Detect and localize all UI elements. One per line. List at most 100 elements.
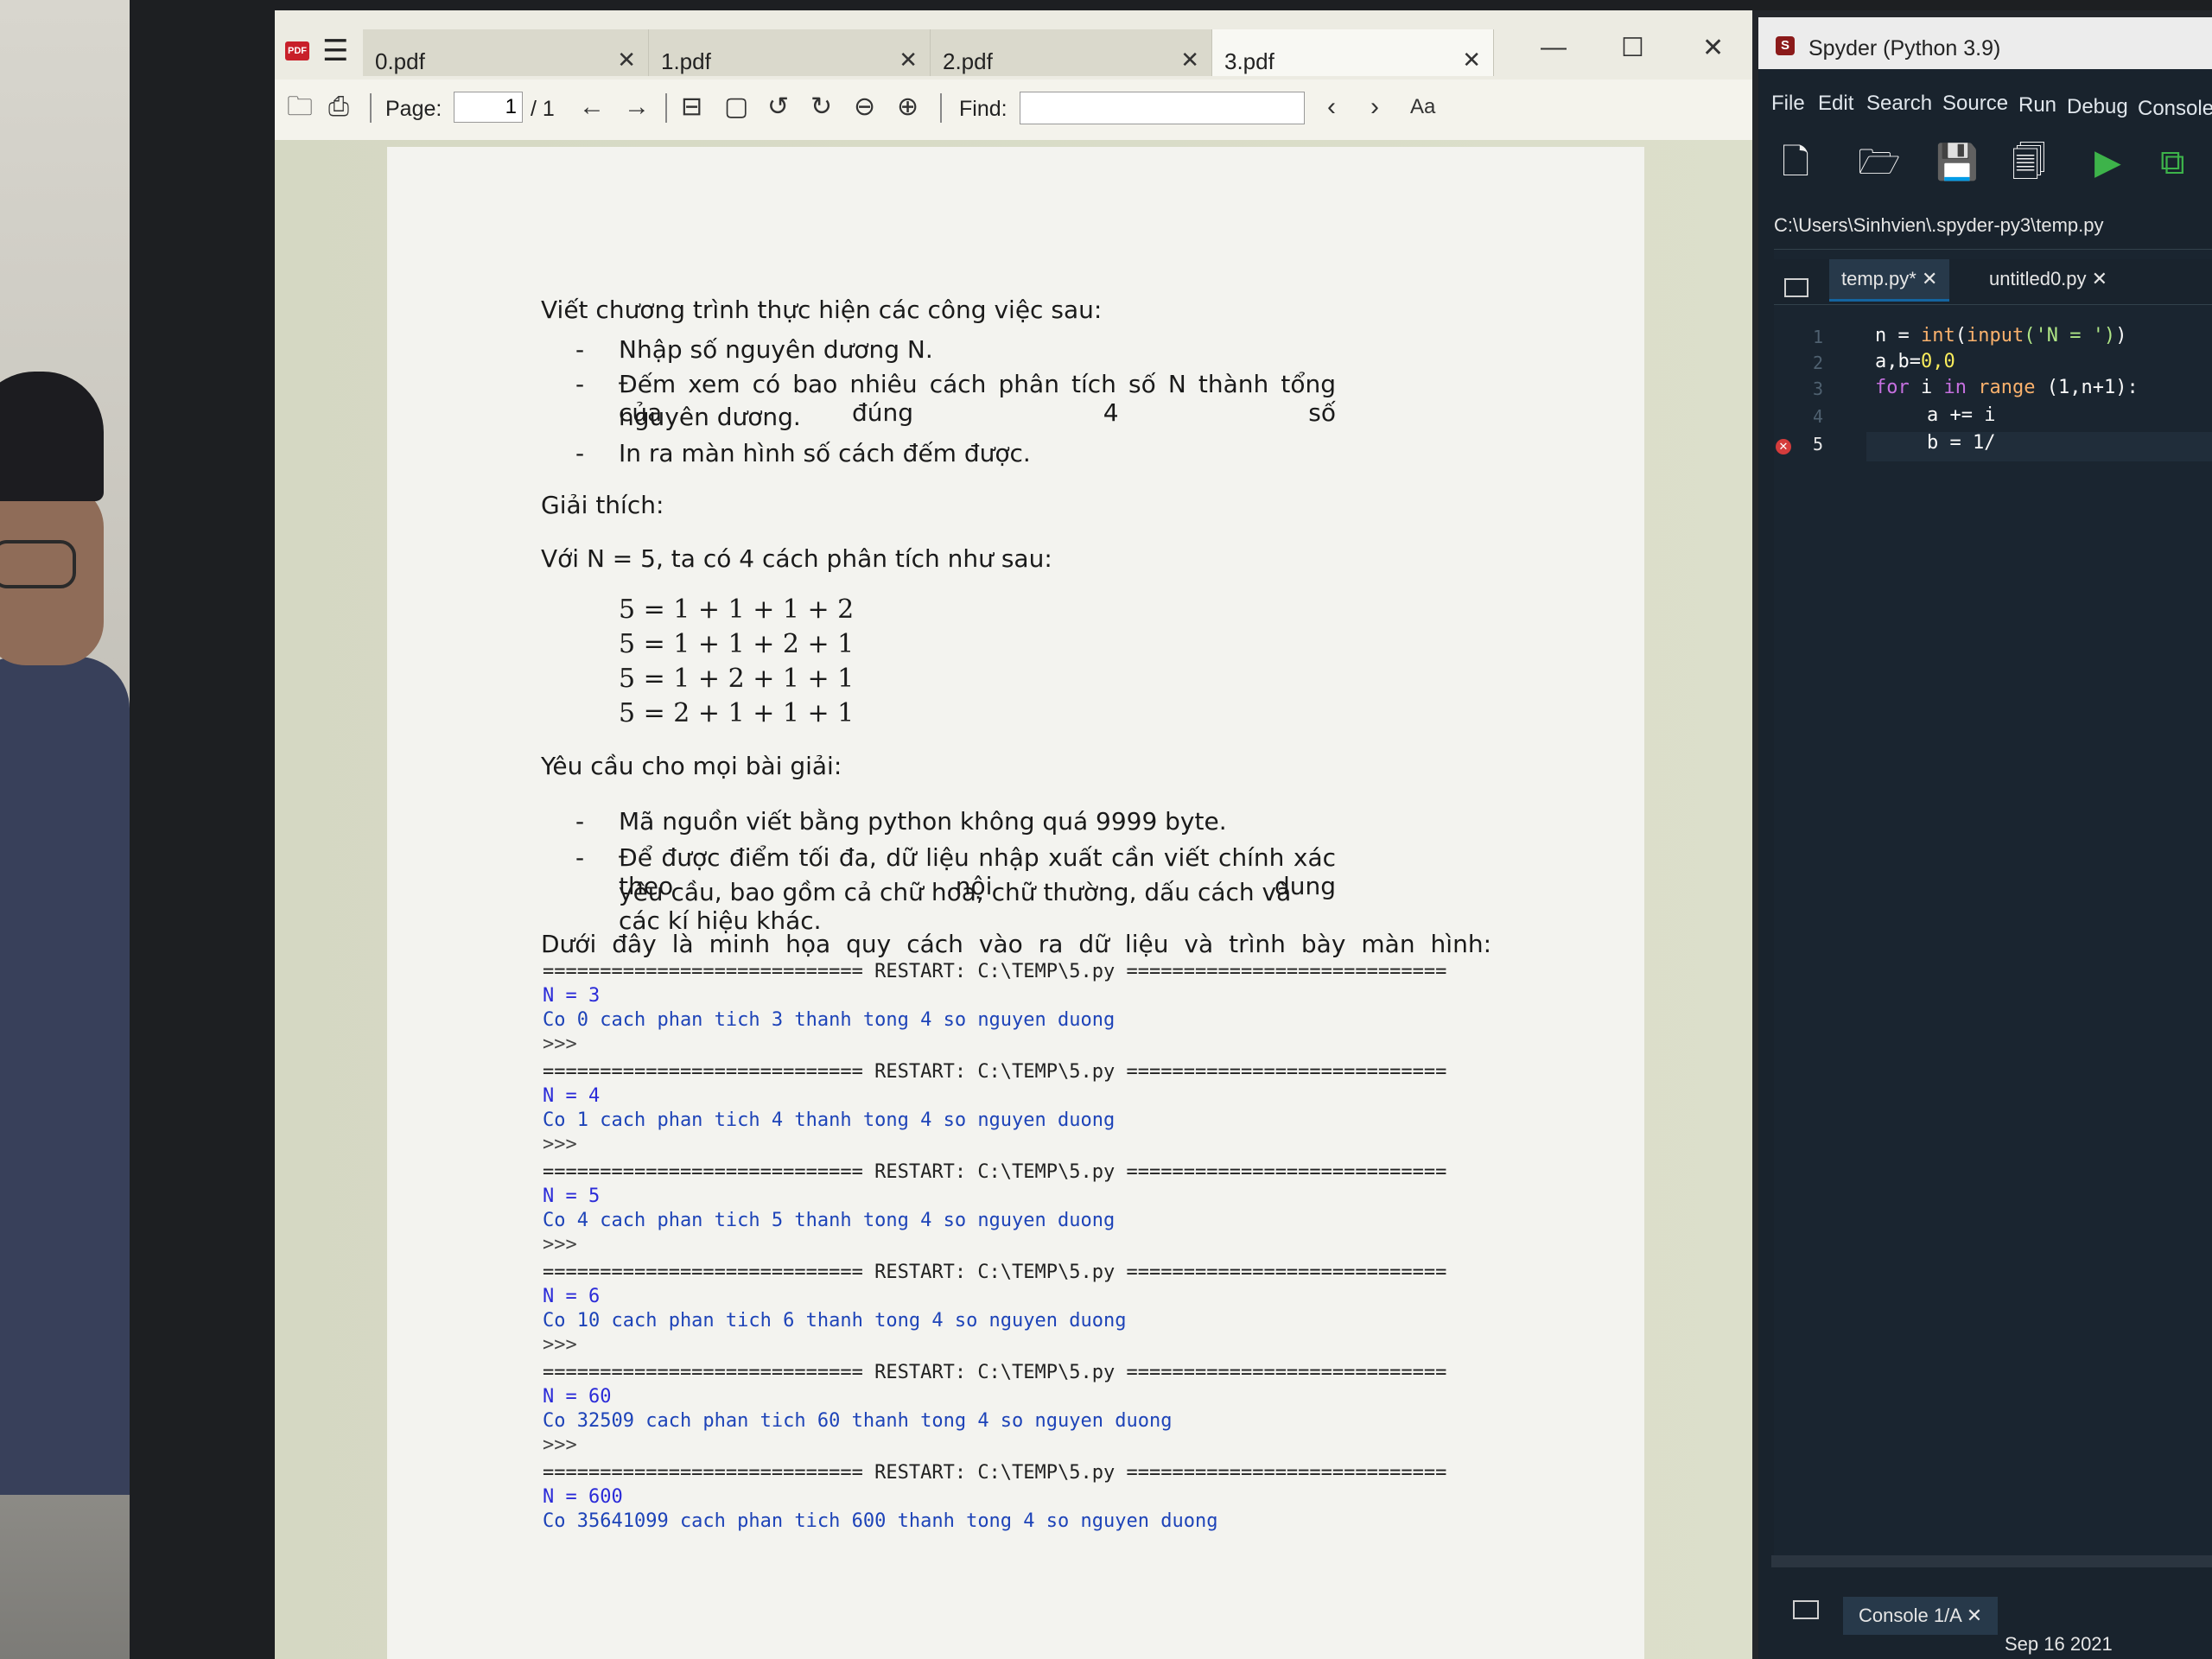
match-case-icon[interactable]: Aa bbox=[1410, 92, 1435, 123]
find-next-icon[interactable]: › bbox=[1370, 92, 1379, 123]
zoom-in-icon[interactable]: ⊕ bbox=[897, 92, 918, 123]
console-input: N = 6 bbox=[543, 1286, 601, 1307]
console-pane-icon[interactable] bbox=[1793, 1600, 1819, 1619]
open-folder-icon[interactable]: 🗀 bbox=[287, 92, 313, 123]
monitor-bezel bbox=[130, 0, 276, 1659]
find-label: Find: bbox=[959, 97, 1007, 121]
open-file-icon[interactable]: 🗁 bbox=[1858, 145, 1901, 180]
example-intro: Với N = 5, ta có 4 cách phân tích như sa… bbox=[541, 544, 1052, 573]
console-prompt: >>> bbox=[543, 1134, 577, 1155]
fit-width-icon[interactable]: ⊟ bbox=[681, 92, 702, 123]
person-in-background bbox=[0, 372, 130, 1495]
task-3: In ra màn hình số cách đếm được. bbox=[619, 439, 1031, 467]
line-number: 2 bbox=[1812, 353, 1823, 373]
tab-1-pdf[interactable]: 1.pdf ✕ bbox=[649, 29, 931, 76]
close-tab-icon[interactable]: ✕ bbox=[1180, 47, 1199, 73]
console-output: Co 1 cach phan tich 4 thanh tong 4 so ng… bbox=[543, 1109, 1116, 1131]
tab-0-pdf[interactable]: 0.pdf ✕ bbox=[363, 29, 649, 76]
explain-heading: Giải thích: bbox=[541, 491, 664, 519]
minimize-icon[interactable]: — bbox=[1541, 33, 1567, 62]
code-line-4[interactable]: a += i bbox=[1927, 404, 1995, 426]
page-total: / 1 bbox=[531, 97, 555, 121]
close-tab-icon[interactable]: ✕ bbox=[1462, 47, 1481, 73]
find-input[interactable] bbox=[1020, 92, 1305, 124]
pane-options-icon[interactable] bbox=[1784, 278, 1808, 297]
equation: 5 = 1 + 1 + 2 + 1 bbox=[619, 629, 855, 659]
tab-label: untitled0.py bbox=[1989, 268, 2087, 289]
hamburger-menu-icon[interactable]: ☰ bbox=[322, 36, 348, 66]
tab-label: 3.pdf bbox=[1224, 48, 1274, 74]
code-line-1[interactable]: n = int(input('N = ')) bbox=[1875, 325, 2126, 346]
menu-search[interactable]: Search bbox=[1866, 92, 1932, 116]
pane-splitter[interactable] bbox=[1771, 1555, 2212, 1567]
code-line-2[interactable]: a,b=0,0 bbox=[1875, 351, 1955, 372]
equation: 5 = 1 + 1 + 1 + 2 bbox=[619, 594, 855, 625]
equation: 5 = 2 + 1 + 1 + 1 bbox=[619, 698, 855, 728]
file-path: C:\Users\Sinhvien\.spyder-py3\temp.py bbox=[1774, 214, 2104, 236]
menu-file[interactable]: File bbox=[1771, 92, 1805, 116]
tab-2-pdf[interactable]: 2.pdf ✕ bbox=[931, 29, 1212, 76]
tab-label: 2.pdf bbox=[943, 48, 993, 74]
task-2-cont: nguyên dương. bbox=[619, 403, 801, 431]
restart-line: ============================ RESTART: C:… bbox=[543, 1362, 1447, 1383]
line-number: 3 bbox=[1812, 378, 1823, 399]
tab-label: temp.py* bbox=[1841, 268, 1916, 289]
editor-tab-untitled0[interactable]: untitled0.py ✕ bbox=[1977, 259, 2120, 299]
menu-debug[interactable]: Debug bbox=[2067, 95, 2128, 119]
next-page-icon[interactable]: → bbox=[624, 92, 650, 123]
fit-page-icon[interactable]: ▢ bbox=[724, 92, 748, 123]
document-area[interactable]: Viết chương trình thực hiện các công việ… bbox=[275, 140, 1752, 1659]
print-icon[interactable]: ⎙ bbox=[328, 92, 349, 123]
menu-edit[interactable]: Edit bbox=[1818, 92, 1853, 116]
run-icon[interactable]: ▶ bbox=[2094, 145, 2121, 180]
tab-3-pdf[interactable]: 3.pdf ✕ bbox=[1212, 29, 1494, 76]
save-icon[interactable]: 💾 bbox=[1936, 145, 1979, 180]
requirement-2-cont: yêu cầu, bao gồm cả chữ hoa, chữ thường,… bbox=[619, 878, 1292, 935]
menu-source[interactable]: Source bbox=[1942, 92, 2008, 116]
save-all-icon[interactable]: 🗐 bbox=[2012, 145, 2046, 180]
intro-text: Viết chương trình thực hiện các công việ… bbox=[541, 296, 1103, 324]
rotate-left-icon[interactable]: ↺ bbox=[767, 92, 789, 123]
console-input: N = 5 bbox=[543, 1185, 601, 1207]
code-line-5[interactable]: b = 1/ bbox=[1927, 432, 1995, 454]
page-number-input[interactable]: 1 bbox=[454, 92, 523, 123]
pdf-toolbar: 🗀 ⎙ Page: 1 / 1 ← → ⊟ ▢ ↺ ↻ ⊖ ⊕ Find: ‹ … bbox=[275, 79, 1752, 141]
close-tab-icon[interactable]: ✕ bbox=[617, 47, 636, 73]
current-line-highlight bbox=[1866, 432, 2212, 461]
console-prompt: >>> bbox=[543, 1434, 577, 1456]
task-1: Nhập số nguyên dương N. bbox=[619, 335, 933, 364]
close-tab-icon[interactable]: ✕ bbox=[899, 47, 918, 73]
close-tab-icon[interactable]: ✕ bbox=[2092, 268, 2107, 289]
pdf-titlebar: PDF ☰ 0.pdf ✕ 1.pdf ✕ 2.pdf ✕ 3.pdf ✕ — … bbox=[275, 10, 1752, 79]
close-tab-icon[interactable]: ✕ bbox=[1922, 268, 1937, 289]
new-file-icon[interactable]: 🗋 bbox=[1782, 145, 1809, 180]
menu-console[interactable]: Console bbox=[2138, 97, 2212, 121]
code-line-3[interactable]: for i in range (1,n+1): bbox=[1875, 377, 2139, 398]
status-text: Sep 16 2021 bbox=[2005, 1633, 2113, 1655]
console-output: Co 32509 cach phan tich 60 thanh tong 4 … bbox=[543, 1410, 1173, 1432]
rotate-right-icon[interactable]: ↻ bbox=[810, 92, 832, 123]
console-output: Co 35641099 cach phan tich 600 thanh ton… bbox=[543, 1510, 1218, 1532]
pdf-viewer-window: PDF ☰ 0.pdf ✕ 1.pdf ✕ 2.pdf ✕ 3.pdf ✕ — … bbox=[275, 10, 1752, 1659]
close-tab-icon[interactable]: ✕ bbox=[1967, 1605, 1982, 1626]
run-cell-icon[interactable]: ⧉ bbox=[2160, 145, 2185, 180]
console-prompt: >>> bbox=[543, 1033, 577, 1055]
restart-line: ============================ RESTART: C:… bbox=[543, 1262, 1447, 1283]
requirement-1: Mã nguồn viết bằng python không quá 9999… bbox=[619, 807, 1227, 836]
close-window-icon[interactable]: ✕ bbox=[1702, 33, 1724, 63]
console-input: N = 3 bbox=[543, 985, 601, 1007]
console-tab[interactable]: Console 1/A ✕ bbox=[1843, 1597, 1999, 1635]
menu-run[interactable]: Run bbox=[2018, 93, 2056, 118]
maximize-icon[interactable]: ☐ bbox=[1621, 33, 1644, 63]
spyder-titlebar: S Spyder (Python 3.9) bbox=[1758, 17, 2212, 69]
console-input: N = 60 bbox=[543, 1386, 612, 1408]
zoom-out-icon[interactable]: ⊖ bbox=[854, 92, 875, 123]
previous-page-icon[interactable]: ← bbox=[579, 92, 605, 123]
pdf-page: Viết chương trình thực hiện các công việ… bbox=[387, 147, 1644, 1659]
restart-line: ============================ RESTART: C:… bbox=[543, 961, 1447, 982]
line-number: 4 bbox=[1812, 406, 1823, 427]
io-intro: Dưới đây là minh họa quy cách vào ra dữ … bbox=[541, 930, 1491, 958]
find-previous-icon[interactable]: ‹ bbox=[1327, 92, 1336, 123]
editor-tab-temp[interactable]: temp.py* ✕ bbox=[1829, 259, 1950, 302]
error-marker-icon[interactable]: ✕ bbox=[1776, 439, 1791, 454]
